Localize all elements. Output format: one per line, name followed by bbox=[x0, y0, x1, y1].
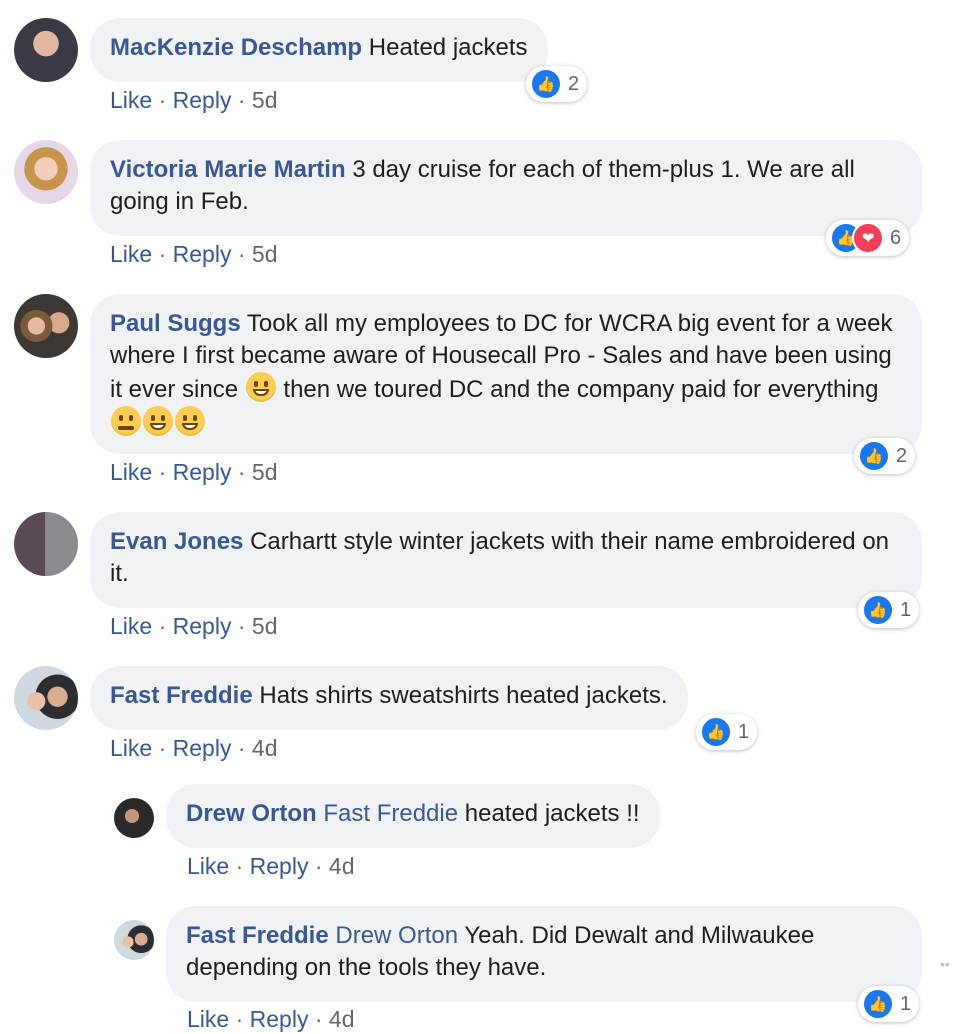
avatar[interactable] bbox=[14, 294, 78, 358]
like-icon: 👍 bbox=[858, 440, 890, 472]
comment-actions: Like · Reply · 5d bbox=[110, 611, 278, 641]
reaction-summary[interactable]: 👍 1 bbox=[858, 592, 920, 628]
like-button[interactable]: Like bbox=[187, 1006, 229, 1032]
comment-actions: Like · Reply · 4d bbox=[110, 733, 278, 763]
separator: · bbox=[314, 1006, 323, 1032]
timestamp[interactable]: 4d bbox=[329, 1006, 355, 1032]
eye-roll-emoji bbox=[111, 406, 141, 436]
grin-emoji bbox=[175, 406, 205, 436]
reply-actions: Like · Reply · 4d bbox=[187, 851, 355, 881]
comment-text-continued: then we toured DC and the company paid f… bbox=[283, 376, 879, 403]
comment-bubble: Evan Jones Carhartt style winter jackets… bbox=[90, 512, 922, 608]
comment-text: Heated jackets bbox=[368, 34, 528, 61]
commenter-name[interactable]: Victoria Marie Martin bbox=[110, 156, 346, 183]
comment-text: heated jackets !! bbox=[464, 800, 640, 827]
love-icon: ❤ bbox=[852, 222, 884, 254]
mention-tag[interactable]: Drew Orton bbox=[335, 922, 458, 949]
reply-button[interactable]: Reply bbox=[173, 241, 232, 267]
comment-bubble: Paul Suggs Took all my employees to DC f… bbox=[90, 294, 922, 454]
comment-bubble: Fast Freddie Hats shirts sweatshirts hea… bbox=[90, 666, 688, 730]
more-options-icon[interactable]: •• bbox=[940, 956, 950, 972]
reaction-summary[interactable]: 👍 2 bbox=[854, 438, 916, 474]
separator: · bbox=[158, 613, 167, 639]
like-button[interactable]: Like bbox=[110, 459, 152, 485]
like-icon: 👍 bbox=[700, 716, 732, 748]
reaction-count: 6 bbox=[890, 226, 902, 249]
mention-tag[interactable]: Fast Freddie bbox=[323, 800, 458, 827]
separator: · bbox=[237, 613, 246, 639]
avatar[interactable] bbox=[114, 920, 154, 960]
avatar[interactable] bbox=[14, 512, 78, 576]
reply-button[interactable]: Reply bbox=[173, 735, 232, 761]
reaction-count: 1 bbox=[738, 720, 750, 743]
comment-text: Hats shirts sweatshirts heated jackets. bbox=[259, 682, 668, 709]
commenter-name[interactable]: Evan Jones bbox=[110, 528, 243, 555]
comment-actions: Like · Reply · 5d bbox=[110, 457, 278, 487]
comment-actions: Like · Reply · 5d bbox=[110, 85, 278, 115]
separator: · bbox=[237, 87, 246, 113]
avatar[interactable] bbox=[114, 798, 154, 838]
timestamp[interactable]: 5d bbox=[252, 459, 278, 485]
separator: · bbox=[158, 241, 167, 267]
timestamp[interactable]: 4d bbox=[252, 735, 278, 761]
like-icon: 👍 bbox=[530, 68, 562, 100]
reaction-summary[interactable]: 👍 1 bbox=[696, 714, 758, 750]
reply-button[interactable]: Reply bbox=[173, 87, 232, 113]
reaction-count: 2 bbox=[568, 72, 580, 95]
separator: · bbox=[235, 1006, 244, 1032]
separator: · bbox=[158, 459, 167, 485]
like-button[interactable]: Like bbox=[110, 735, 152, 761]
like-button[interactable]: Like bbox=[110, 241, 152, 267]
separator: · bbox=[237, 735, 246, 761]
reply-button[interactable]: Reply bbox=[173, 459, 232, 485]
separator: · bbox=[237, 241, 246, 267]
like-icon: 👍 bbox=[862, 988, 894, 1020]
reply-bubble: Drew Orton Fast Freddie heated jackets !… bbox=[166, 784, 660, 848]
separator: · bbox=[235, 853, 244, 879]
avatar[interactable] bbox=[14, 140, 78, 204]
grin-emoji bbox=[245, 372, 276, 402]
comment-bubble: MacKenzie Deschamp Heated jackets bbox=[90, 18, 548, 82]
timestamp[interactable]: 4d bbox=[329, 853, 355, 879]
like-icon: 👍 bbox=[862, 594, 894, 626]
separator: · bbox=[314, 853, 323, 879]
like-button[interactable]: Like bbox=[187, 853, 229, 879]
reaction-summary[interactable]: 👍 1 bbox=[858, 986, 920, 1022]
commenter-name[interactable]: Fast Freddie bbox=[110, 682, 253, 709]
reply-button[interactable]: Reply bbox=[250, 1006, 309, 1032]
reply-actions: Like · Reply · 4d bbox=[187, 1004, 355, 1034]
commenter-name[interactable]: Drew Orton bbox=[186, 800, 317, 827]
reply-button[interactable]: Reply bbox=[173, 613, 232, 639]
reply-button[interactable]: Reply bbox=[250, 853, 309, 879]
comment-actions: Like · Reply · 5d bbox=[110, 239, 278, 269]
comment-bubble: Victoria Marie Martin 3 day cruise for e… bbox=[90, 140, 922, 236]
avatar[interactable] bbox=[14, 666, 78, 730]
timestamp[interactable]: 5d bbox=[252, 87, 278, 113]
timestamp[interactable]: 5d bbox=[252, 613, 278, 639]
reaction-summary[interactable]: 👍 ❤ 6 bbox=[826, 220, 910, 256]
reaction-count: 1 bbox=[900, 992, 912, 1015]
reaction-count: 1 bbox=[900, 598, 912, 621]
like-button[interactable]: Like bbox=[110, 613, 152, 639]
smile-emoji bbox=[143, 406, 173, 436]
commenter-name[interactable]: Fast Freddie bbox=[186, 922, 329, 949]
commenter-name[interactable]: MacKenzie Deschamp bbox=[110, 34, 362, 61]
timestamp[interactable]: 5d bbox=[252, 241, 278, 267]
separator: · bbox=[158, 735, 167, 761]
reaction-count: 2 bbox=[896, 444, 908, 467]
separator: · bbox=[158, 87, 167, 113]
like-button[interactable]: Like bbox=[110, 87, 152, 113]
commenter-name[interactable]: Paul Suggs bbox=[110, 310, 241, 337]
avatar[interactable] bbox=[14, 18, 78, 82]
reaction-summary[interactable]: 👍 2 bbox=[526, 66, 588, 102]
separator: · bbox=[237, 459, 246, 485]
reply-bubble: Fast Freddie Drew Orton Yeah. Did Dewalt… bbox=[166, 906, 922, 1002]
